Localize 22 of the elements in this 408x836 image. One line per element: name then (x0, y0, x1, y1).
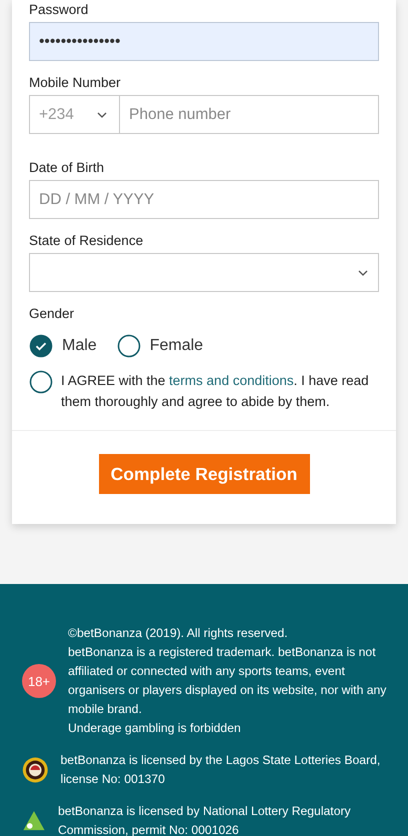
chevron-down-icon (358, 270, 368, 276)
footer-text: betBonanza is licensed by the Lagos State Lotteries Board, license No: 001370 (60, 752, 382, 788)
field-label: Password (29, 2, 88, 17)
footer-text: Underage gambling is forbidden (68, 720, 242, 737)
radio-label[interactable]: Female (150, 337, 204, 355)
field-label: Mobile Number (29, 75, 121, 90)
chevron-down-icon (97, 112, 107, 118)
password-field[interactable]: ••••••••••••••• (29, 22, 379, 61)
radio-icon[interactable] (116, 334, 141, 358)
field-label: Date of Birth (29, 160, 104, 175)
radio-label[interactable]: Male (62, 337, 97, 355)
terms-link[interactable]: terms and conditions (169, 373, 294, 388)
checkbox-icon[interactable] (29, 370, 53, 394)
footer-text: ©betBonanza (2019). All rights reserved. (68, 625, 289, 642)
radio-checked-icon[interactable] (29, 334, 53, 358)
field-label: State of Residence (29, 233, 144, 248)
phone-number-field[interactable]: Phone number (119, 95, 379, 134)
date-of-birth-field[interactable]: DD / MM / YYYY (29, 180, 379, 219)
footer-text: betBonanza is a registered trademark. betBonanza is not affiliated or connected with any sports teams, event organisers or players displayed on its website, nor with any mobile brand. (68, 644, 388, 718)
age-restriction-badge: 18+ (22, 664, 56, 698)
field-label: Gender (29, 306, 74, 321)
agreement-text: I AGREE with the terms and conditions. I have read them thoroughly and agree to abide by them. (61, 372, 370, 411)
